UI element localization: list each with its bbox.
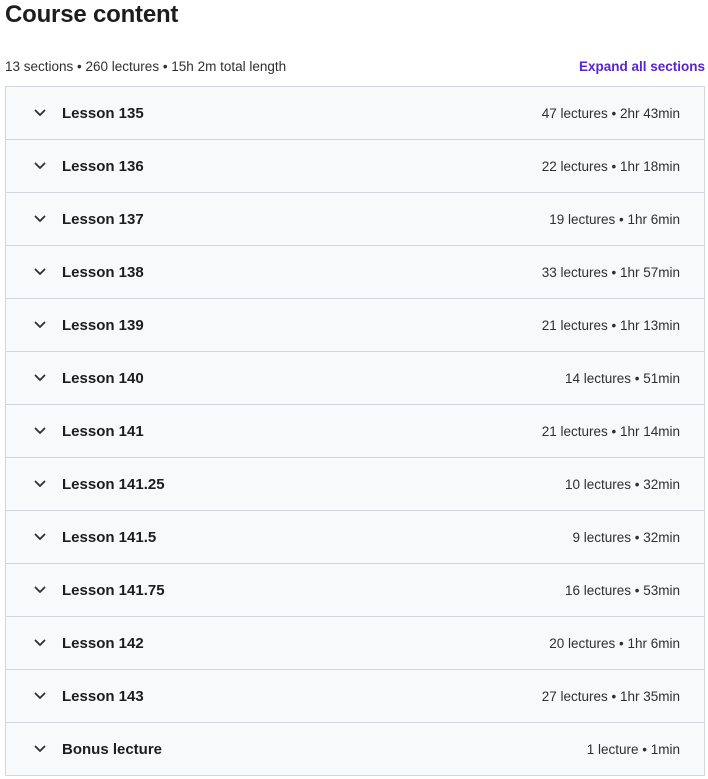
course-summary-row: 13 sections • 260 lectures • 15h 2m tota… bbox=[5, 56, 705, 76]
course-section-8[interactable]: Lesson 141.25 10 lectures • 32min bbox=[6, 458, 704, 511]
section-title: Lesson 136 bbox=[62, 157, 144, 175]
section-meta: 21 lectures • 1hr 13min bbox=[541, 317, 680, 333]
chevron-down-icon bbox=[34, 319, 46, 331]
chevron-down-icon bbox=[34, 266, 46, 278]
chevron-down-icon bbox=[34, 425, 46, 437]
section-title: Lesson 140 bbox=[62, 369, 144, 387]
course-section-4[interactable]: Lesson 138 33 lectures • 1hr 57min bbox=[6, 246, 704, 299]
chevron-down-icon bbox=[34, 372, 46, 384]
section-meta: 16 lectures • 53min bbox=[564, 582, 680, 598]
section-title: Lesson 141.25 bbox=[62, 475, 165, 493]
chevron-down-icon bbox=[34, 478, 46, 490]
section-title: Lesson 143 bbox=[62, 687, 144, 705]
section-meta: 10 lectures • 32min bbox=[564, 476, 680, 492]
section-meta: 22 lectures • 1hr 18min bbox=[541, 158, 680, 174]
course-section-7[interactable]: Lesson 141 21 lectures • 1hr 14min bbox=[6, 405, 704, 458]
chevron-down-icon bbox=[34, 637, 46, 649]
section-meta: 27 lectures • 1hr 35min bbox=[541, 688, 680, 704]
course-section-11[interactable]: Lesson 142 20 lectures • 1hr 6min bbox=[6, 617, 704, 670]
course-section-10[interactable]: Lesson 141.75 16 lectures • 53min bbox=[6, 564, 704, 617]
section-title: Bonus lecture bbox=[62, 740, 163, 758]
chevron-down-icon bbox=[34, 531, 46, 543]
course-section-5[interactable]: Lesson 139 21 lectures • 1hr 13min bbox=[6, 299, 704, 352]
section-title: Lesson 139 bbox=[62, 316, 144, 334]
section-meta: 20 lectures • 1hr 6min bbox=[549, 635, 680, 651]
chevron-down-icon bbox=[34, 107, 46, 119]
course-sections-list: Lesson 135 47 lectures • 2hr 43min Lesso… bbox=[5, 86, 705, 776]
page-title: Course content bbox=[5, 1, 179, 28]
course-section-9[interactable]: Lesson 141.5 9 lectures • 32min bbox=[6, 511, 704, 564]
section-meta: 33 lectures • 1hr 57min bbox=[541, 264, 680, 280]
course-section-3[interactable]: Lesson 137 19 lectures • 1hr 6min bbox=[6, 193, 704, 246]
chevron-down-icon bbox=[34, 213, 46, 225]
expand-all-sections-button[interactable]: Expand all sections bbox=[579, 59, 705, 74]
course-section-1[interactable]: Lesson 135 47 lectures • 2hr 43min bbox=[6, 87, 704, 140]
section-meta: 9 lectures • 32min bbox=[572, 529, 680, 545]
course-section-13[interactable]: Bonus lecture 1 lecture • 1min bbox=[6, 723, 704, 776]
course-section-2[interactable]: Lesson 136 22 lectures • 1hr 18min bbox=[6, 140, 704, 193]
section-title: Lesson 138 bbox=[62, 263, 144, 281]
section-meta: 21 lectures • 1hr 14min bbox=[541, 423, 680, 439]
course-summary: 13 sections • 260 lectures • 15h 2m tota… bbox=[5, 58, 287, 74]
section-title: Lesson 137 bbox=[62, 210, 144, 228]
course-section-12[interactable]: Lesson 143 27 lectures • 1hr 35min bbox=[6, 670, 704, 723]
section-meta: 1 lecture • 1min bbox=[586, 741, 680, 757]
section-title: Lesson 141.75 bbox=[62, 581, 165, 599]
course-section-6[interactable]: Lesson 140 14 lectures • 51min bbox=[6, 352, 704, 405]
chevron-down-icon bbox=[34, 690, 46, 702]
section-title: Lesson 135 bbox=[62, 104, 144, 122]
section-title: Lesson 141 bbox=[62, 422, 144, 440]
chevron-down-icon bbox=[34, 743, 46, 755]
section-title: Lesson 142 bbox=[62, 634, 144, 652]
section-title: Lesson 141.5 bbox=[62, 528, 157, 546]
chevron-down-icon bbox=[34, 584, 46, 596]
section-meta: 47 lectures • 2hr 43min bbox=[541, 105, 680, 121]
section-meta: 14 lectures • 51min bbox=[564, 370, 680, 386]
section-meta: 19 lectures • 1hr 6min bbox=[549, 211, 680, 227]
chevron-down-icon bbox=[34, 160, 46, 172]
